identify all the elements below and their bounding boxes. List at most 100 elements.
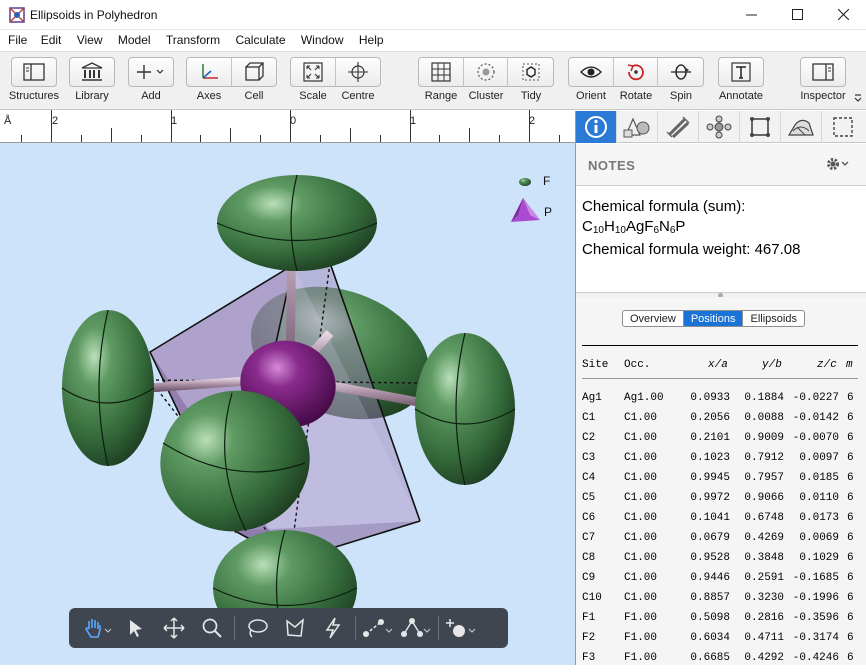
inspector-button[interactable] <box>800 57 846 87</box>
notes-text[interactable]: Chemical formula (sum): C10H10AgF6N6P Ch… <box>576 187 866 293</box>
scale-button[interactable] <box>291 58 336 86</box>
table-cell: 6 <box>847 412 854 424</box>
move-tool-button[interactable] <box>155 612 193 644</box>
table-row[interactable]: C9 C1.00 0.9446 0.2591 -0.1685 6 <box>582 572 866 592</box>
info-icon <box>585 116 607 138</box>
tab-surface[interactable] <box>781 111 822 143</box>
table-row[interactable]: C7 C1.00 0.0679 0.4269 0.0069 6 <box>582 532 866 552</box>
menu-model[interactable]: Model <box>105 31 151 47</box>
table-cell: -0.3174 <box>792 632 839 644</box>
table-cell: 6 <box>847 392 854 404</box>
table-row[interactable]: C10 C1.00 0.8857 0.3230 -0.1996 6 <box>582 592 866 612</box>
menu-help[interactable]: Help <box>346 31 384 47</box>
table-cell: 6 <box>847 452 854 464</box>
select-tool-button[interactable] <box>117 612 155 644</box>
legend-f-label: F <box>543 174 551 188</box>
minimize-button[interactable] <box>728 0 774 30</box>
axes-cell-group <box>186 57 277 87</box>
tab-selection[interactable] <box>822 111 863 143</box>
structures-button[interactable] <box>11 57 57 87</box>
table-row[interactable]: F3 F1.00 0.6685 0.4292 -0.4246 6 <box>582 652 866 672</box>
menu-view[interactable]: View <box>64 31 103 47</box>
tab-cell[interactable] <box>740 111 781 143</box>
table-row[interactable]: F2 F1.00 0.6034 0.4711 -0.3174 6 <box>582 632 866 652</box>
menu-calculate[interactable]: Calculate <box>222 31 285 47</box>
table-row[interactable]: C1 C1.00 0.2056 0.0088 -0.0142 6 <box>582 412 866 432</box>
toolbar: Structures Library Add Axes Cell Scale C… <box>0 51 866 110</box>
tab-ellipsoids[interactable]: Ellipsoids <box>743 311 803 326</box>
f-ellipsoid-top[interactable] <box>216 174 378 272</box>
angle-tool-button[interactable] <box>397 612 435 644</box>
menu-window[interactable]: Window <box>288 31 344 47</box>
menu-transform[interactable]: Transform <box>153 31 220 47</box>
bolt-tool-button[interactable] <box>314 612 352 644</box>
table-cell: 6 <box>847 632 854 644</box>
table-cell: 0.0110 <box>799 492 839 504</box>
rotate-button[interactable] <box>614 58 659 86</box>
tab-overview[interactable]: Overview <box>623 311 684 326</box>
spin-button[interactable] <box>658 58 703 86</box>
f-ellipsoid-right[interactable] <box>414 332 516 486</box>
table-row[interactable]: C5 C1.00 0.9972 0.9066 0.0110 6 <box>582 492 866 512</box>
table-row[interactable]: C2 C1.00 0.2101 0.9009 -0.0070 6 <box>582 432 866 452</box>
tab-atoms[interactable] <box>699 111 740 143</box>
table-row[interactable]: C3 C1.00 0.1023 0.7912 0.0097 6 <box>582 452 866 472</box>
table-row[interactable]: C4 C1.00 0.9945 0.7957 0.0185 6 <box>582 472 866 492</box>
axes-button[interactable] <box>187 58 232 86</box>
cluster-button[interactable] <box>464 58 509 86</box>
table-cell: -0.0070 <box>792 432 839 444</box>
table-cell: -0.1685 <box>792 572 839 584</box>
close-icon <box>837 8 849 21</box>
tab-info[interactable] <box>576 111 617 143</box>
bond-tool-button[interactable] <box>359 612 397 644</box>
f-ellipsoid-left[interactable] <box>61 309 155 467</box>
move-icon <box>163 617 185 639</box>
menu-file[interactable]: File <box>0 31 27 47</box>
zoom-tool-button[interactable] <box>193 612 231 644</box>
library-button[interactable] <box>69 57 115 87</box>
table-cell: F1.00 <box>624 632 658 644</box>
close-button[interactable] <box>820 0 866 30</box>
range-button[interactable] <box>419 58 464 86</box>
lightning-icon <box>325 617 341 639</box>
table-cell: 0.0088 <box>744 412 784 424</box>
table-cell: 0.4292 <box>744 652 784 664</box>
inspector-label: Inspector <box>800 90 846 102</box>
gear-icon[interactable] <box>825 155 851 173</box>
tab-positions[interactable]: Positions <box>683 311 744 326</box>
table-cell: 6 <box>847 512 854 524</box>
menu-edit[interactable]: Edit <box>30 31 62 47</box>
maximize-button[interactable] <box>774 0 820 30</box>
table-row[interactable]: C6 C1.00 0.1041 0.6748 0.0173 6 <box>582 512 866 532</box>
polygon-select-button[interactable] <box>276 612 314 644</box>
cell-button[interactable] <box>232 58 277 86</box>
tab-shapes[interactable] <box>617 111 658 143</box>
annotate-button[interactable] <box>718 57 764 87</box>
table-cell: Ag1.00 <box>624 392 664 404</box>
orient-button[interactable] <box>569 58 614 86</box>
table-cell: F1.00 <box>624 612 658 624</box>
add-atom-button[interactable] <box>442 612 480 644</box>
legend-p-glyph <box>511 198 540 222</box>
structure-viewport[interactable]: F P <box>0 143 575 665</box>
tidy-button[interactable] <box>508 58 553 86</box>
table-row[interactable]: Ag1 Ag1.00 0.0933 0.1884 -0.0227 6 <box>582 392 866 412</box>
table-cell: 0.9066 <box>744 492 784 504</box>
hand-tool-button[interactable] <box>79 612 117 644</box>
maximize-icon <box>791 9 803 20</box>
add-button[interactable] <box>128 57 174 87</box>
centre-button[interactable] <box>336 58 381 86</box>
orient-rotate-spin-group <box>568 57 704 87</box>
structure-render[interactable] <box>0 143 575 665</box>
tab-bonds[interactable] <box>658 111 699 143</box>
table-row[interactable]: C8 C1.00 0.9528 0.3848 0.1029 6 <box>582 552 866 572</box>
table-cell: 6 <box>847 492 854 504</box>
surface-icon <box>787 119 814 136</box>
unit-cell-icon <box>750 117 770 137</box>
title-bar: Ellipsoids in Polyhedron <box>0 0 866 30</box>
table-cell: C1.00 <box>624 592 658 604</box>
toolbar-overflow-icon[interactable] <box>854 94 862 104</box>
table-row[interactable]: F1 F1.00 0.5098 0.2816 -0.3596 6 <box>582 612 866 632</box>
rotate-label: Rotate <box>619 90 653 102</box>
lasso-tool-button[interactable] <box>238 612 276 644</box>
